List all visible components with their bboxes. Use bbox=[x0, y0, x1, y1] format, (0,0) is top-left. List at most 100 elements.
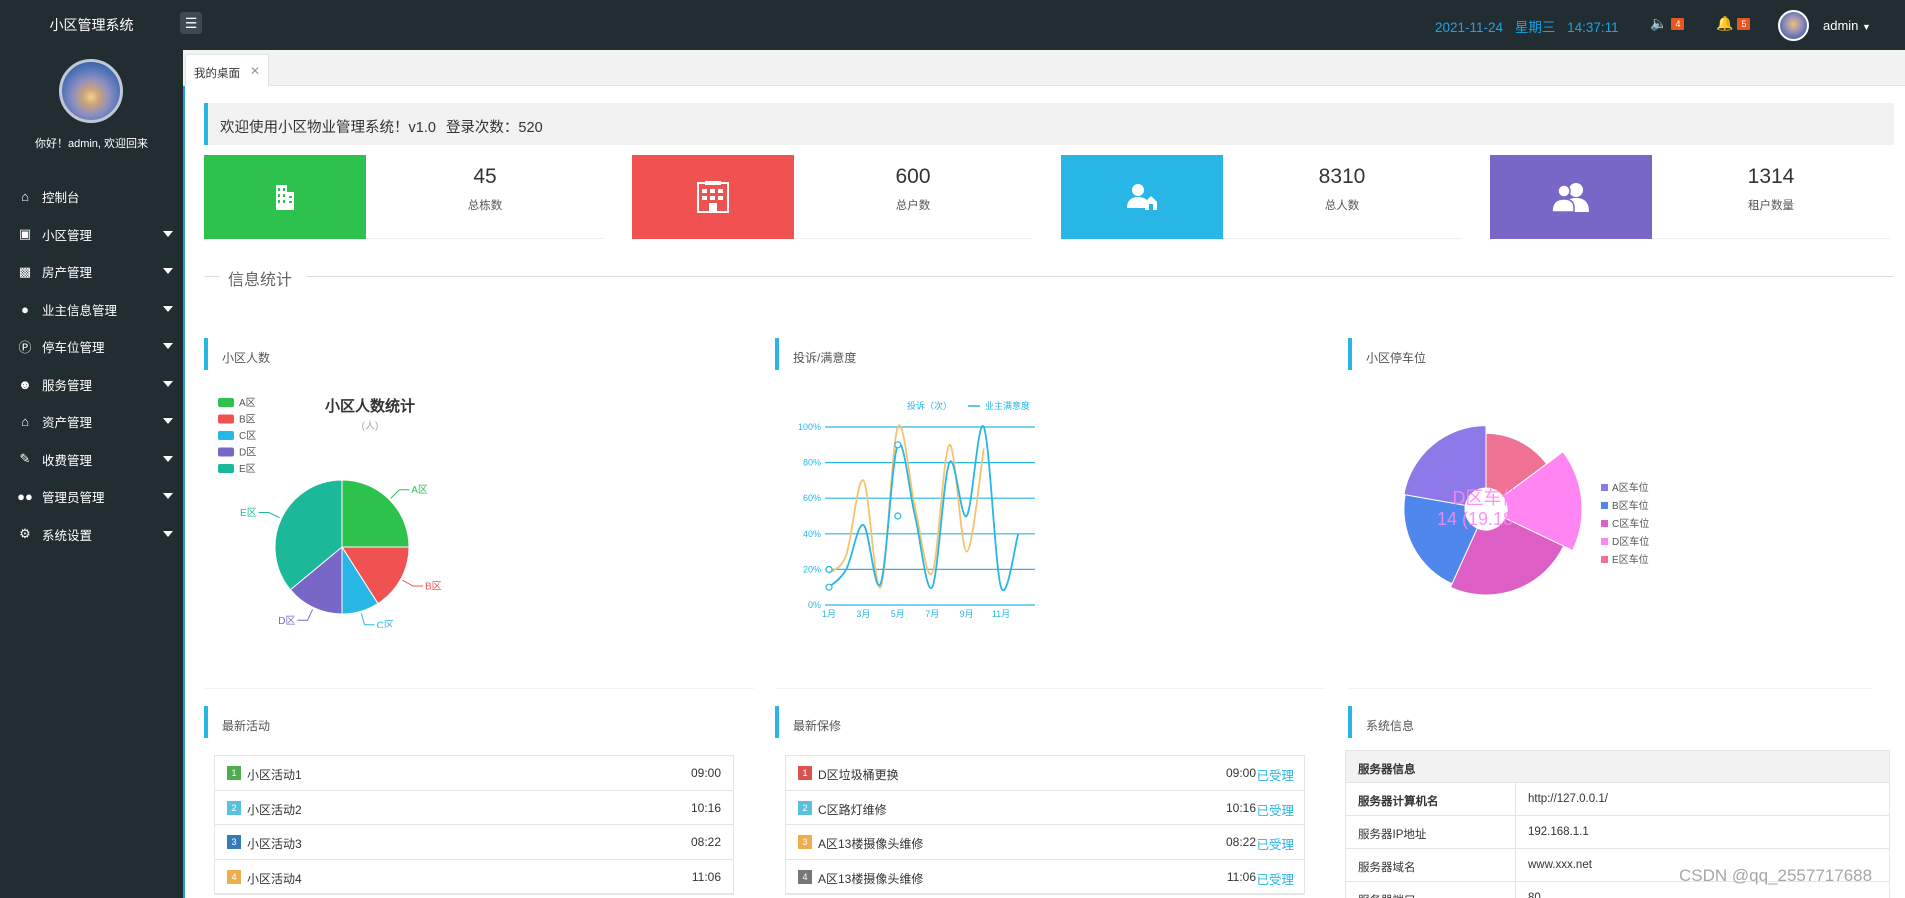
stat-value: 1314 bbox=[1747, 165, 1795, 188]
row-key: 服务器计算机名 bbox=[1346, 783, 1516, 815]
panel-title: 最新保修 bbox=[775, 706, 841, 738]
legend-swatch bbox=[1601, 484, 1608, 491]
tab-bar: 我的桌面 ✕ bbox=[183, 50, 1905, 86]
sidebar-item-property[interactable]: ▩ 房产管理 bbox=[0, 253, 183, 291]
parking-chart-panel: 小区停车位 D区车位 14 (19.18%) A区车位 B区车位 C区车位 D区车位 E区车… bbox=[1348, 338, 1873, 638]
datetime-display: 2021-11-24 星期三 14:37:11 bbox=[1435, 16, 1627, 36]
sidebar: 你好！admin, 欢迎回来 ⌂ 控制台 ▣ 小区管理 ▩ 房产管理 ● 业主信息管理 … bbox=[0, 50, 183, 898]
bell-icon: 🔔 bbox=[1716, 15, 1734, 31]
y-tick-label: 80% bbox=[803, 458, 821, 468]
x-tick-label: 9月 bbox=[960, 609, 974, 619]
main-content: 欢迎使用小区物业管理系统！v1.0 登录次数：520 45 总栋数 600 总户… bbox=[183, 86, 1905, 898]
label-line bbox=[258, 512, 280, 519]
series-line bbox=[828, 425, 1020, 592]
item-time: 11:06 bbox=[691, 869, 721, 884]
legend-label: D区 bbox=[239, 447, 256, 459]
x-tick-label: 3月 bbox=[856, 609, 870, 619]
sidebar-item-assets[interactable]: ⌂ 资产管理 bbox=[0, 403, 183, 441]
legend-swatch bbox=[1601, 556, 1608, 563]
divider bbox=[204, 276, 220, 277]
item-time: 09:00 bbox=[1225, 766, 1256, 780]
divider bbox=[204, 688, 754, 689]
fee-icon: ✎ bbox=[19, 451, 31, 467]
x-tick-label: 7月 bbox=[925, 609, 939, 619]
item-time: 10:16 bbox=[690, 800, 721, 815]
notification-button[interactable]: 🔔 5 bbox=[1716, 15, 1751, 32]
caret-down-icon bbox=[163, 455, 173, 462]
profile-avatar bbox=[59, 59, 123, 123]
house-icon: ▩ bbox=[18, 263, 32, 279]
users-icon bbox=[1490, 155, 1652, 239]
item-title: 小区活动4 bbox=[247, 871, 302, 886]
rank-badge: 2 bbox=[798, 800, 812, 815]
sidebar-item-admins[interactable]: ●● 管理员管理 bbox=[0, 478, 183, 516]
list-item[interactable]: 4 A区13楼摄像头维修 11:06 已受理 bbox=[786, 860, 1304, 894]
y-tick-label: 100% bbox=[798, 422, 821, 432]
divider bbox=[306, 276, 1894, 277]
legend-swatch bbox=[218, 431, 234, 440]
greeting-text: 你好！admin, 欢迎回来 bbox=[34, 138, 149, 150]
stat-value: 45 bbox=[473, 165, 497, 188]
close-icon[interactable]: ✕ bbox=[250, 64, 260, 78]
sidebar-item-parking[interactable]: Ⓟ 停车位管理 bbox=[0, 328, 183, 366]
building-icon: ▣ bbox=[18, 226, 32, 242]
speaker-badge: 4 bbox=[1671, 18, 1685, 31]
stat-value: 8310 bbox=[1318, 165, 1366, 188]
legend-swatch bbox=[1601, 538, 1608, 545]
sidebar-item-label: 小区管理 bbox=[42, 228, 93, 243]
sidebar-item-label: 资产管理 bbox=[42, 416, 93, 431]
sidebar-item-community[interactable]: ▣ 小区管理 bbox=[0, 216, 183, 254]
tab-label: 我的桌面 bbox=[194, 68, 240, 80]
tab-desktop[interactable]: 我的桌面 ✕ bbox=[185, 54, 269, 86]
list-item[interactable]: 2 C区路灯维修 10:16 已受理 bbox=[786, 791, 1304, 825]
app-brand[interactable]: 小区管理系统 bbox=[0, 0, 183, 50]
divider bbox=[1348, 688, 1873, 689]
list-item[interactable]: 1 小区活动1 09:00 bbox=[215, 756, 733, 791]
item-title: 小区活动1 bbox=[247, 768, 302, 782]
caret-down-icon bbox=[163, 343, 173, 349]
caret-down-icon: ▼ bbox=[1862, 22, 1871, 32]
caret-down-icon bbox=[163, 380, 173, 387]
list-item[interactable]: 1 D区垃圾桶更换 09:00 已受理 bbox=[786, 756, 1304, 791]
label-line bbox=[360, 613, 375, 626]
activities-list: 1 小区活动1 09:00 2 小区活动2 10:16 3 小区活动3 08:22 4 小区活… bbox=[214, 755, 734, 895]
slice-label: E区 bbox=[240, 507, 257, 519]
slice-label: D区 bbox=[278, 615, 295, 627]
user-avatar[interactable] bbox=[1778, 10, 1809, 41]
sidebar-item-service[interactable]: ☻ 服务管理 bbox=[0, 366, 183, 404]
rank-badge: 2 bbox=[227, 800, 241, 815]
rank-badge: 4 bbox=[798, 869, 812, 884]
slice-label: B区 bbox=[425, 581, 442, 593]
speaker-button[interactable]: 🔈 4 bbox=[1650, 15, 1685, 32]
sidebar-item-fees[interactable]: ✎ 收费管理 bbox=[0, 441, 183, 479]
weekday-text: 星期三 bbox=[1514, 20, 1556, 35]
row-key: 服务器域名 bbox=[1346, 849, 1516, 881]
stat-value: 600 bbox=[895, 165, 931, 188]
row-key: 服务器IP地址 bbox=[1346, 816, 1516, 848]
slice-label: C区 bbox=[377, 619, 394, 628]
admins-icon: ●● bbox=[17, 489, 33, 505]
system-panel: 系统信息 bbox=[1348, 706, 1873, 746]
legend-label: A区车位 bbox=[1612, 481, 1649, 494]
sidebar-item-owners[interactable]: ● 业主信息管理 bbox=[0, 291, 183, 329]
apartment-icon bbox=[632, 155, 794, 239]
list-item[interactable]: 2 小区活动2 10:16 bbox=[215, 791, 733, 825]
service-icon: ☻ bbox=[18, 376, 32, 392]
sidebar-item-label: 服务管理 bbox=[42, 378, 93, 393]
row-value: 192.168.1.1 bbox=[1528, 826, 1589, 838]
user-menu[interactable]: admin ▼ bbox=[1823, 18, 1871, 33]
notification-badge: 5 bbox=[1737, 18, 1751, 31]
list-item[interactable]: 3 小区活动3 08:22 bbox=[215, 825, 733, 860]
item-title: C区路灯维修 bbox=[818, 802, 887, 817]
legend-label: E区 bbox=[239, 463, 256, 475]
sidebar-item-settings[interactable]: ⚙ 系统设置 bbox=[0, 516, 183, 554]
building-icon bbox=[204, 155, 366, 239]
list-item[interactable]: 3 A区13楼摄像头维修 08:22 已受理 bbox=[786, 825, 1304, 860]
sidebar-item-dashboard[interactable]: ⌂ 控制台 bbox=[0, 178, 183, 216]
table-header: 服务器信息 bbox=[1345, 750, 1890, 783]
sidebar-item-label: 停车位管理 bbox=[42, 341, 105, 356]
y-tick-label: 0% bbox=[808, 600, 821, 610]
sidebar-item-label: 管理员管理 bbox=[42, 491, 105, 506]
list-item[interactable]: 4 小区活动4 11:06 bbox=[215, 860, 733, 894]
menu-toggle-icon[interactable]: ☰ bbox=[180, 12, 202, 34]
